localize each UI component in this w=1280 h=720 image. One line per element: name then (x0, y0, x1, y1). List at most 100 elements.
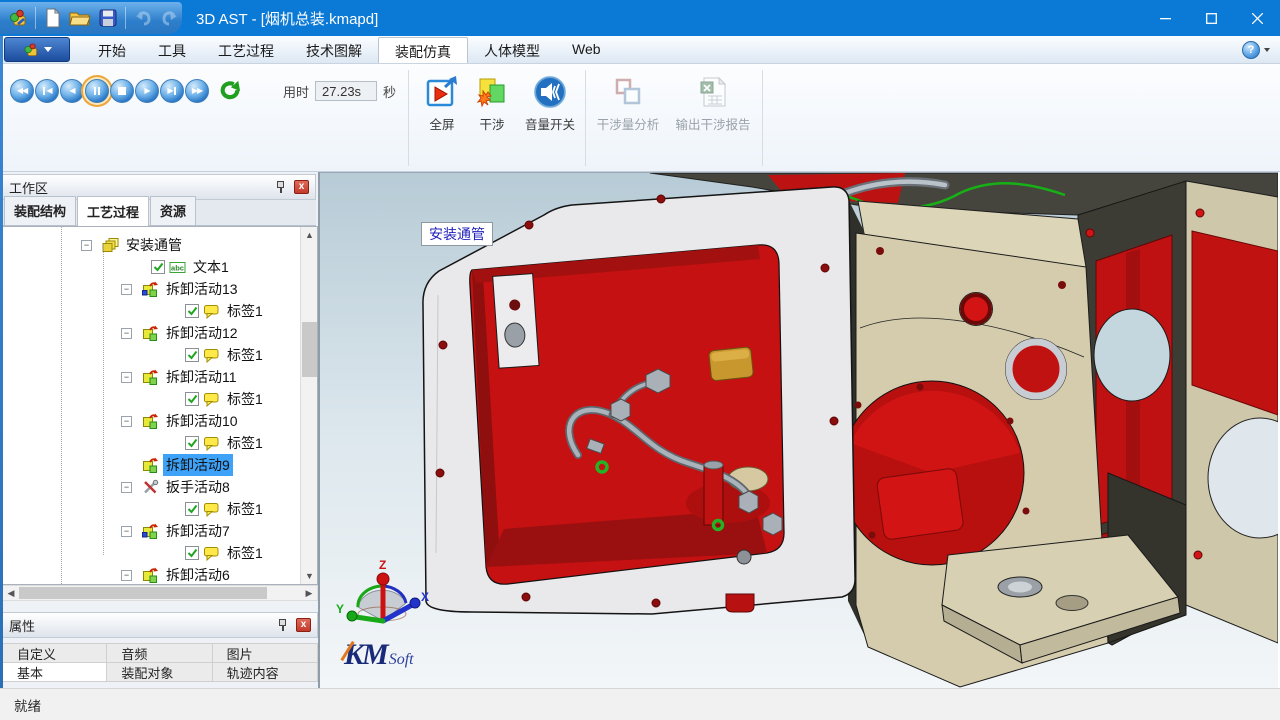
open-folder-icon[interactable] (69, 5, 92, 31)
help-icon[interactable]: ? (1242, 41, 1260, 59)
tree-expander-icon[interactable]: − (121, 328, 132, 339)
tree-expander-icon[interactable]: − (121, 284, 132, 295)
workspace-tab-资源[interactable]: 资源 (150, 196, 196, 225)
tree-item-安装通管[interactable]: − 安装通管 (3, 234, 300, 256)
scroll-left-arrow[interactable]: ◀ (3, 586, 19, 600)
stop-button[interactable] (110, 79, 134, 103)
horizontal-scrollbar[interactable]: ◀ ▶ (2, 585, 318, 601)
play-button[interactable]: ▶ (135, 79, 159, 103)
tree-item-label[interactable]: 标签1 (224, 498, 266, 520)
next-frame-button[interactable]: ▶ (160, 79, 184, 103)
3d-model-canvas[interactable]: Z X Y (320, 173, 1278, 688)
tree-item-拆卸活动11[interactable]: − 拆卸活动11 (3, 366, 300, 388)
vertical-scrollbar[interactable]: ▲ ▼ (300, 227, 317, 584)
tree-item-拆卸活动9[interactable]: 拆卸活动9 (3, 454, 300, 476)
menu-tab-工艺过程[interactable]: 工艺过程 (202, 37, 290, 63)
save-icon[interactable] (96, 5, 119, 31)
tree-item-label[interactable]: 标签1 (224, 432, 266, 454)
menu-tab-Web[interactable]: Web (556, 37, 617, 63)
tree-item-label[interactable]: 拆卸活动11 (163, 366, 240, 388)
tree-item-label[interactable]: 拆卸活动13 (163, 278, 241, 300)
tree-item-label[interactable]: 标签1 (224, 344, 266, 366)
new-document-icon[interactable] (42, 5, 65, 31)
menu-tab-开始[interactable]: 开始 (82, 37, 142, 63)
pin-icon[interactable] (274, 180, 288, 194)
scroll-thumb[interactable] (19, 587, 267, 599)
rewind-button[interactable]: ◀◀ (10, 79, 34, 103)
tree-item-label[interactable]: 标签1 (224, 300, 266, 322)
close-button[interactable] (1234, 0, 1280, 36)
menu-tab-装配仿真[interactable]: 装配仿真 (378, 37, 468, 63)
pause-button[interactable] (85, 79, 109, 103)
volume-button[interactable]: 音量开关 (518, 74, 582, 133)
scroll-down-arrow[interactable]: ▼ (301, 568, 318, 584)
property-tab-装配对象[interactable]: 装配对象 (107, 663, 212, 682)
menu-tab-工具[interactable]: 工具 (142, 37, 202, 63)
tree-item-拆卸活动10[interactable]: − 拆卸活动10 (3, 410, 300, 432)
3d-viewport[interactable]: Z X Y 安装通管 KMSoft (320, 172, 1278, 688)
tree-item-拆卸活动12[interactable]: − 拆卸活动12 (3, 322, 300, 344)
tree-item-标签1[interactable]: 标签1 (3, 542, 300, 564)
menu-tab-人体模型[interactable]: 人体模型 (468, 37, 556, 63)
tree-item-标签1[interactable]: 标签1 (3, 300, 300, 322)
maximize-button[interactable] (1188, 0, 1234, 36)
workspace-tab-工艺过程[interactable]: 工艺过程 (77, 196, 149, 226)
tree-expander-icon[interactable]: − (81, 240, 92, 251)
tree-item-label[interactable]: 拆卸活动12 (163, 322, 241, 344)
tree-item-标签1[interactable]: 标签1 (3, 344, 300, 366)
tree-item-label[interactable]: 标签1 (224, 388, 266, 410)
tree-expander-icon[interactable]: − (121, 526, 132, 537)
tree-item-label[interactable]: 拆卸活动7 (163, 520, 233, 542)
fullscreen-button[interactable]: 全屏 (419, 74, 465, 133)
play-backward-button[interactable]: ◀ (60, 79, 84, 103)
tree-item-label[interactable]: 拆卸活动6 (163, 564, 233, 584)
export-report-button[interactable]: 输出干涉报告 (668, 74, 758, 133)
tree-item-label[interactable]: 安装通管 (123, 234, 185, 256)
tree-item-标签1[interactable]: 标签1 (3, 432, 300, 454)
tree-expander-icon[interactable]: − (121, 570, 132, 581)
checkbox-checked-icon[interactable] (185, 348, 199, 362)
fast-forward-button[interactable]: ▶▶ (185, 79, 209, 103)
tree-expander-icon[interactable]: − (121, 372, 132, 383)
tree-item-拆卸活动7[interactable]: − 拆卸活动7 (3, 520, 300, 542)
interference-analysis-button[interactable]: 干涉量分析 (592, 74, 664, 133)
tree-item-label[interactable]: 拆卸活动10 (163, 410, 241, 432)
minimize-button[interactable] (1142, 0, 1188, 36)
tree-expander-icon[interactable]: − (121, 416, 132, 427)
tree-item-标签1[interactable]: 标签1 (3, 498, 300, 520)
scroll-up-arrow[interactable]: ▲ (301, 227, 318, 243)
checkbox-checked-icon[interactable] (185, 392, 199, 406)
menu-tab-技术图解[interactable]: 技术图解 (290, 37, 378, 63)
workspace-tab-装配结构[interactable]: 装配结构 (4, 196, 76, 225)
scroll-right-arrow[interactable]: ▶ (301, 586, 317, 600)
checkbox-checked-icon[interactable] (185, 436, 199, 450)
app-logo-icon[interactable] (6, 5, 29, 31)
chevron-down-icon[interactable] (1264, 48, 1270, 52)
previous-frame-button[interactable]: ◀ (35, 79, 59, 103)
tree-item-label[interactable]: 扳手活动8 (163, 476, 233, 498)
replay-button[interactable] (216, 78, 244, 104)
property-tab-音频[interactable]: 音频 (107, 644, 212, 663)
checkbox-checked-icon[interactable] (151, 260, 165, 274)
tree-expander-icon[interactable]: − (121, 482, 132, 493)
tree-item-拆卸活动6[interactable]: − 拆卸活动6 (3, 564, 300, 584)
property-tab-轨迹内容[interactable]: 轨迹内容 (213, 663, 318, 682)
tree-item-label[interactable]: 文本1 (190, 256, 232, 278)
application-menu-button[interactable] (4, 37, 70, 62)
pin-icon[interactable] (276, 618, 290, 632)
redo-icon[interactable] (159, 5, 182, 31)
tree-item-扳手活动8[interactable]: − 扳手活动8 (3, 476, 300, 498)
tree-item-标签1[interactable]: 标签1 (3, 388, 300, 410)
interference-button[interactable]: 干涉 (470, 74, 514, 133)
tree-item-label[interactable]: 标签1 (224, 542, 266, 564)
property-tab-图片[interactable]: 图片 (213, 644, 318, 663)
elapsed-value-box[interactable]: 27.23s (315, 81, 377, 101)
property-tab-基本[interactable]: 基本 (2, 663, 107, 682)
checkbox-checked-icon[interactable] (185, 502, 199, 516)
tree-item-拆卸活动13[interactable]: − 拆卸活动13 (3, 278, 300, 300)
tree-item-label[interactable]: 拆卸活动9 (163, 454, 233, 476)
close-panel-icon[interactable]: x (294, 180, 309, 194)
tree-item-文本1[interactable]: abc文本1 (3, 256, 300, 278)
checkbox-checked-icon[interactable] (185, 304, 199, 318)
scroll-thumb[interactable] (302, 322, 317, 377)
